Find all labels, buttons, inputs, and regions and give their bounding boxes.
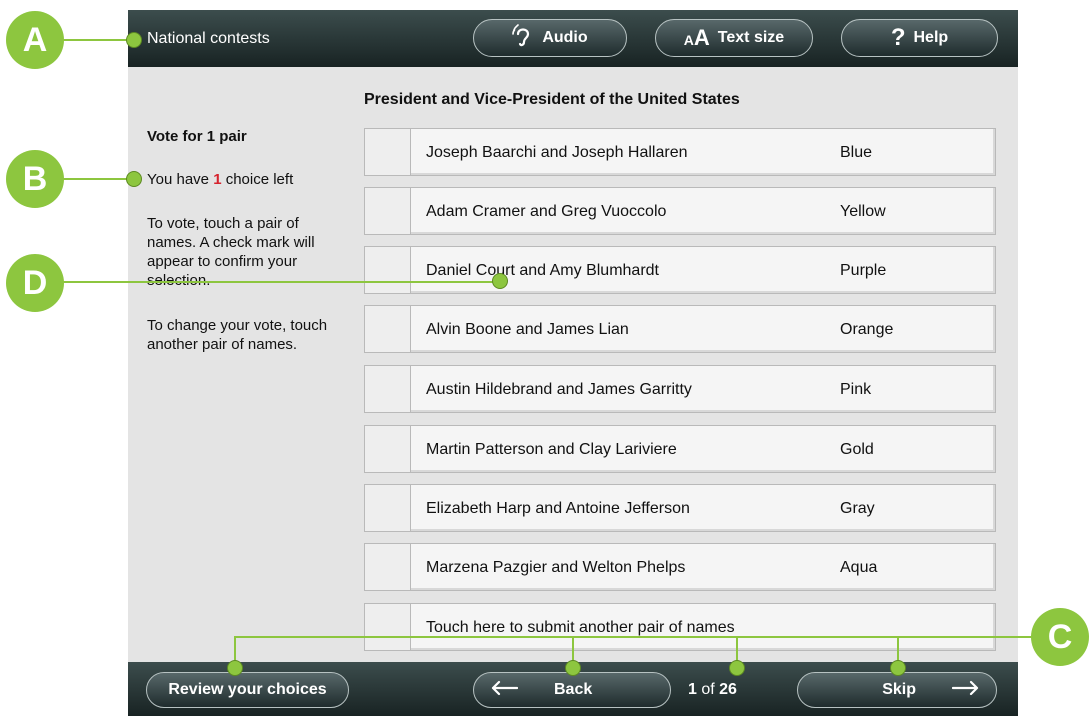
contest-title: President and Vice-President of the Unit… [364,91,740,108]
arrow-right-icon [951,680,980,701]
back-label: Back [554,681,593,698]
callout-a-badge: A [6,11,64,69]
audio-label: Audio [542,29,588,46]
question-icon: ? [890,24,906,51]
candidate-row[interactable]: Marzena Pazgier and Welton Phelps Aqua [364,543,996,591]
text-size-label: Text size [717,29,785,46]
help-button[interactable]: ? Help [841,19,998,57]
selection-checkbox [365,129,411,175]
callout-c-dot-pager [729,660,745,676]
audio-button[interactable]: Audio [473,19,627,57]
callout-d-dot [492,273,508,289]
selection-checkbox [365,604,411,650]
candidate-name: Adam Cramer and Greg Vuoccolo [426,203,667,220]
help-label: Help [913,29,949,46]
callout-d-badge: D [6,254,64,312]
choices-count: 1 [213,171,222,188]
page-current: 1 [688,681,697,698]
change-vote-instructions: To change your vote, touch another pair … [147,317,328,353]
callout-c-leader [234,636,1034,638]
selection-checkbox [365,544,411,590]
candidate-name: Alvin Boone and James Lian [426,321,629,338]
candidate-row[interactable]: Joseph Baarchi and Joseph Hallaren Blue [364,128,996,176]
candidate-party: Aqua [840,559,878,576]
review-label: Review your choices [168,681,327,698]
skip-button[interactable]: Skip [797,672,997,708]
candidate-party: Orange [840,321,894,338]
candidate-row[interactable]: Adam Cramer and Greg Vuoccolo Yellow [364,187,996,235]
candidate-party: Gray [840,500,875,517]
top-bar: National contests Audio AA Text size ? H… [128,10,1018,67]
back-button[interactable]: Back [473,672,671,708]
callout-d-leader [60,281,500,283]
candidate-name: Marzena Pazgier and Welton Phelps [426,559,686,576]
write-in-row[interactable]: Touch here to submit another pair of nam… [364,603,996,651]
contest-section-label: National contests [147,30,270,47]
vote-for-label: Vote for 1 pair [147,128,247,145]
candidate-row[interactable]: Alvin Boone and James Lian Orange [364,305,996,353]
candidate-row[interactable]: Daniel Court and Amy Blumhardt Purple [364,246,996,294]
candidate-party: Pink [840,381,872,398]
callout-c-dot-back [565,660,581,676]
selection-checkbox [365,426,411,472]
callout-a-dot [126,32,142,48]
candidate-party: Gold [840,441,874,458]
candidate-name: Martin Patterson and Clay Lariviere [426,441,677,458]
callout-b-badge: B [6,150,64,208]
callout-b-dot [126,171,142,187]
callout-c-dot-review [227,660,243,676]
page-total: 26 [719,681,737,698]
candidate-row[interactable]: Elizabeth Harp and Antoine Jefferson Gra… [364,484,996,532]
page-indicator: 1 of 26 [688,681,737,699]
candidate-name: Elizabeth Harp and Antoine Jefferson [426,500,690,517]
selection-checkbox [365,188,411,234]
candidate-name: Daniel Court and Amy Blumhardt [426,262,659,279]
text-size-icon: AA [683,25,710,50]
candidate-row[interactable]: Austin Hildebrand and James Garritty Pin… [364,365,996,413]
selection-checkbox [365,247,411,293]
choices-remaining: You have 1 choice left [147,170,337,189]
callout-c-badge: C [1031,608,1089,666]
candidate-party: Purple [840,262,887,279]
selection-checkbox [365,366,411,412]
write-in-label: Touch here to submit another pair of nam… [426,619,735,636]
candidate-row[interactable]: Martin Patterson and Clay Lariviere Gold [364,425,996,473]
voting-screen: National contests Audio AA Text size ? H… [128,10,1018,716]
candidate-name: Joseph Baarchi and Joseph Hallaren [426,144,688,161]
choices-prefix: You have [147,171,214,188]
choices-suffix: choice left [221,171,294,188]
ear-icon [512,23,534,53]
candidate-party: Yellow [840,203,886,220]
skip-label: Skip [882,681,916,698]
text-size-button[interactable]: AA Text size [655,19,813,57]
arrow-left-icon [490,680,519,701]
selection-checkbox [365,485,411,531]
callout-a-leader [60,39,134,41]
page-of: of [696,681,720,698]
candidate-party: Blue [840,144,873,161]
vote-instructions: To vote, touch a pair of names. A check … [147,215,315,289]
callout-c-dot-skip [890,660,906,676]
callout-b-leader [60,178,134,180]
candidate-name: Austin Hildebrand and James Garritty [426,381,692,398]
review-choices-button[interactable]: Review your choices [146,672,349,708]
selection-checkbox [365,306,411,352]
